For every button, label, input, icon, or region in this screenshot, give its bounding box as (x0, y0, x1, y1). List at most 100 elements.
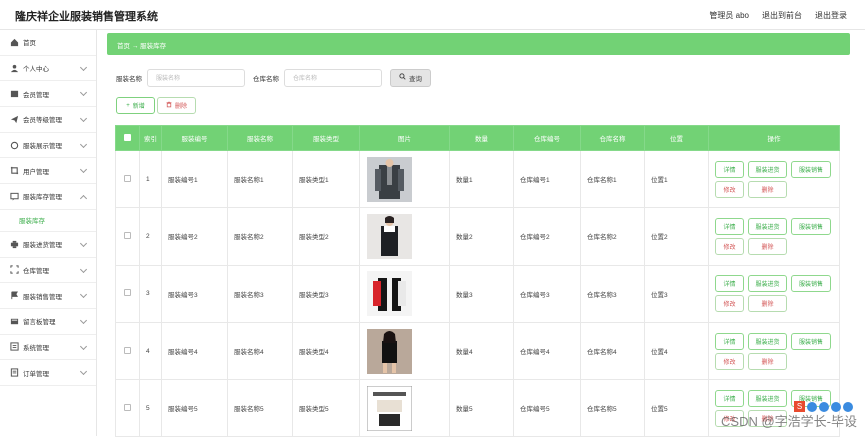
sidebar-item-home[interactable]: 首页 (0, 30, 96, 56)
chevron-down-icon (80, 166, 87, 173)
type-cell: 服装类型3 (293, 265, 360, 322)
actions-cell: 详情 服装进货 服装销售 修改 删除 (709, 265, 840, 322)
inventory-table: 索引 服装编号 服装名称 服装类型 图片 数量 仓库编号 仓库名称 位置 操作 … (115, 125, 840, 437)
row-checkbox[interactable] (124, 175, 131, 182)
name-cell: 服装名称2 (228, 208, 293, 265)
sidebar-item-personal-center[interactable]: 个人中心 (0, 56, 96, 82)
batch-delete-button[interactable]: 删除 (157, 97, 196, 114)
chevron-down-icon (80, 240, 87, 247)
table-header-row: 索引 服装编号 服装名称 服装类型 图片 数量 仓库编号 仓库名称 位置 操作 (116, 126, 840, 151)
index-cell: 1 (140, 151, 162, 208)
detail-button[interactable]: 详情 (715, 218, 744, 235)
exit-to-frontend-link[interactable]: 退出到前台 (762, 10, 802, 21)
clothing-name-input[interactable]: 服装名称 (147, 69, 245, 87)
ime-punctuation-icon[interactable] (819, 402, 829, 412)
warehouse-code-cell: 仓库编号3 (514, 265, 581, 322)
sidebar-item-label: 会员管理 (23, 89, 49, 99)
delete-button[interactable]: 删除 (748, 295, 787, 312)
sidebar-item-warehouse-management[interactable]: 仓库管理 (0, 258, 96, 284)
current-user: 管理员 abo (709, 10, 749, 21)
column-header: 服装名称 (228, 126, 293, 151)
delete-button[interactable]: 删除 (748, 181, 787, 198)
type-cell: 服装类型1 (293, 151, 360, 208)
sidebar-item-sales-management[interactable]: 服装销售管理 (0, 283, 96, 309)
sidebar-item-system-management[interactable]: 系统管理 (0, 335, 96, 361)
purchase-button[interactable]: 服装进货 (748, 275, 787, 292)
purchase-button[interactable]: 服装进货 (748, 390, 787, 407)
chevron-down-icon (80, 317, 87, 324)
breadcrumb-home[interactable]: 首页 (117, 43, 130, 50)
sidebar-item-member-level[interactable]: 会员等级管理 (0, 107, 96, 133)
search-button[interactable]: 查询 (390, 69, 431, 87)
code-cell: 服装编号1 (162, 151, 228, 208)
code-cell: 服装编号3 (162, 265, 228, 322)
warehouse-name-input[interactable]: 仓库名称 (284, 69, 382, 87)
index-cell: 4 (140, 322, 162, 379)
detail-button[interactable]: 详情 (715, 161, 744, 178)
edit-button[interactable]: 修改 (715, 353, 744, 370)
ime-voice-icon[interactable] (831, 402, 841, 412)
sale-button[interactable]: 服装销售 (791, 161, 831, 178)
sidebar-item-label: 会员等级管理 (23, 114, 62, 124)
chevron-down-icon (80, 291, 87, 298)
system-icon (10, 342, 19, 351)
code-cell: 服装编号5 (162, 380, 228, 437)
position-cell: 位置2 (645, 208, 709, 265)
logout-link[interactable]: 退出登录 (815, 10, 847, 21)
image-cell (360, 151, 450, 208)
sidebar-item-order-management[interactable]: 订单管理 (0, 360, 96, 386)
detail-button[interactable]: 详情 (715, 275, 744, 292)
name-cell: 服装名称5 (228, 380, 293, 437)
row-checkbox[interactable] (124, 289, 131, 296)
quantity-cell: 数量4 (450, 322, 514, 379)
type-cell: 服装类型4 (293, 322, 360, 379)
row-checkbox[interactable] (124, 232, 131, 239)
row-select-cell (116, 322, 140, 379)
row-checkbox[interactable] (124, 347, 131, 354)
sale-button[interactable]: 服装销售 (791, 218, 831, 235)
sidebar-item-label: 服装展示管理 (23, 140, 62, 150)
purchase-button[interactable]: 服装进货 (748, 333, 787, 350)
ime-mode-icon[interactable] (807, 402, 817, 412)
ime-keyboard-icon[interactable] (843, 402, 853, 412)
image-cell (360, 322, 450, 379)
delete-button[interactable]: 删除 (748, 238, 787, 255)
add-button-label: 新增 (133, 101, 145, 110)
top-nav: 管理员 abo 退出到前台 退出登录 (709, 10, 847, 21)
sidebar-item-user-management[interactable]: 用户管理 (0, 158, 96, 184)
edit-button[interactable]: 修改 (715, 295, 744, 312)
column-header: 操作 (709, 126, 840, 151)
index-cell: 3 (140, 265, 162, 322)
chevron-up-icon (80, 195, 87, 202)
sale-button[interactable]: 服装销售 (791, 275, 831, 292)
row-select-cell (116, 265, 140, 322)
purchase-button[interactable]: 服装进货 (748, 161, 787, 178)
actions-cell: 详情 服装进货 服装销售 修改 删除 (709, 322, 840, 379)
code-cell: 服装编号4 (162, 322, 228, 379)
sidebar-item-message-board[interactable]: 留言板管理 (0, 309, 96, 335)
delete-button[interactable]: 删除 (748, 353, 787, 370)
sale-button[interactable]: 服装销售 (791, 333, 831, 350)
detail-button[interactable]: 详情 (715, 390, 744, 407)
detail-button[interactable]: 详情 (715, 333, 744, 350)
sidebar-item-member-management[interactable]: 会员管理 (0, 81, 96, 107)
user-icon (10, 64, 19, 73)
sidebar-item-inventory-management[interactable]: 服装库存管理 (0, 184, 96, 210)
edit-button[interactable]: 修改 (715, 238, 744, 255)
warehouse-name-label: 仓库名称 (253, 73, 279, 83)
breadcrumb-arrow: → (132, 43, 139, 50)
purchase-button[interactable]: 服装进货 (748, 218, 787, 235)
chevron-down-icon (80, 89, 87, 96)
edit-button[interactable]: 修改 (715, 181, 744, 198)
table-row: 1 服装编号1 服装名称1 服装类型1 数量1 仓库编号1 仓库名称1 位置1 … (116, 151, 840, 208)
sidebar-subitem-clothing-inventory[interactable]: 服装库存 (0, 210, 96, 232)
column-header: 服装类型 (293, 126, 360, 151)
select-all-checkbox[interactable] (124, 134, 131, 141)
clothing-image (367, 214, 412, 259)
sidebar-item-purchase-management[interactable]: 服装进货管理 (0, 232, 96, 258)
sidebar-item-clothing-display[interactable]: 服装展示管理 (0, 133, 96, 159)
image-cell (360, 265, 450, 322)
app-title: 隆庆祥企业服装销售管理系统 (15, 8, 158, 24)
row-checkbox[interactable] (124, 404, 131, 411)
add-button[interactable]: + 新增 (116, 97, 155, 114)
